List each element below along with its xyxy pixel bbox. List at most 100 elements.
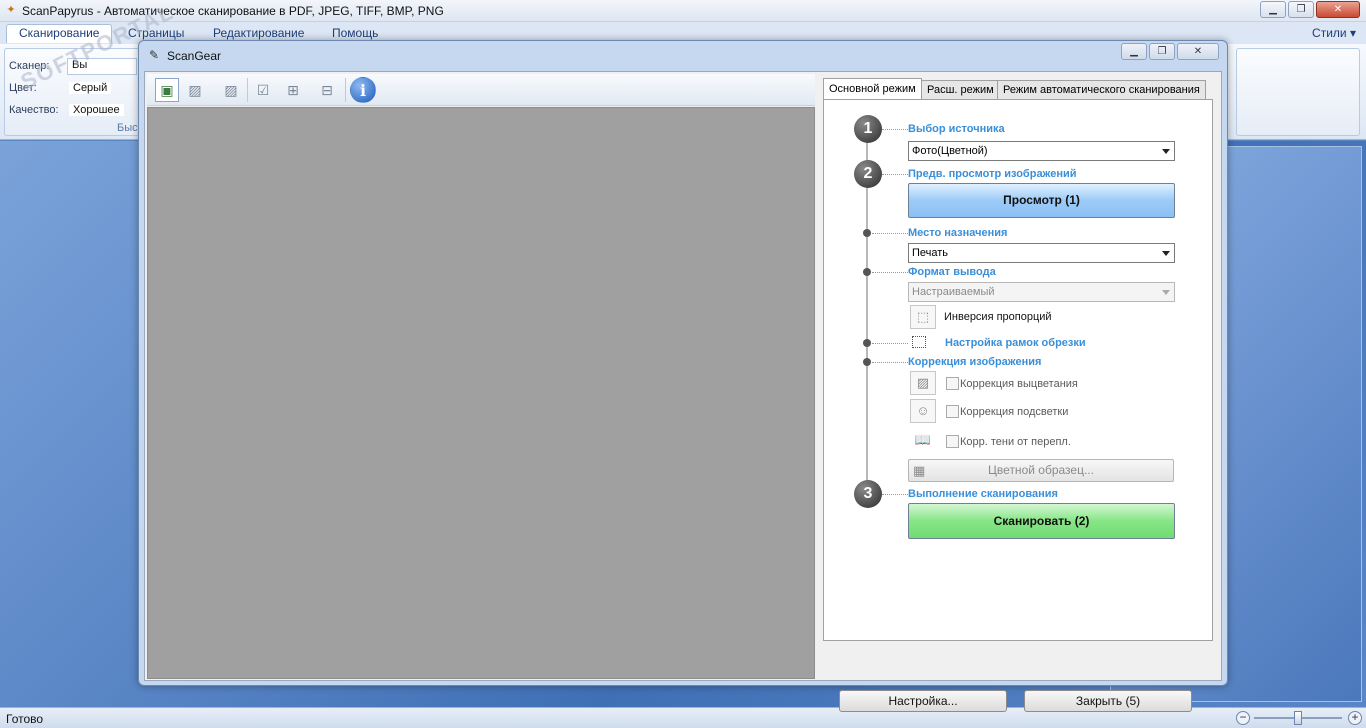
backlight-correction-checkbox[interactable] [946,405,959,418]
scan-button[interactable]: Сканировать (2) [908,503,1175,539]
dotted-leader [872,233,908,234]
source-select[interactable]: Фото(Цветной) [908,141,1175,161]
fading-correction-icon: ▨ [910,371,936,395]
styles-menu[interactable]: Стили ▾ [1312,26,1356,40]
step-dot [863,358,871,366]
tab-basic-mode[interactable]: Основной режим [823,78,922,101]
group-caption: Быс [117,122,138,134]
dotted-leader [872,272,908,273]
tab-help[interactable]: Помощь [332,26,378,40]
window-controls: ▁ ❐ ✕ [1260,1,1360,18]
color-pattern-button[interactable]: ▦ Цветной образец... [908,459,1174,482]
gutter-shadow-checkbox[interactable] [946,435,959,448]
destination-select[interactable]: Печать [908,243,1175,263]
close-button[interactable]: ✕ [1316,1,1360,18]
step-2-badge: 2 [854,160,882,188]
basic-mode-panel: 1 Выбор источника Фото(Цветной) 2 Предв.… [823,99,1213,641]
step-1-badge: 1 [854,115,882,143]
checkbox-grid-icon[interactable]: ☑ [251,78,275,102]
tab-advanced-mode[interactable]: Расш. режим [921,80,1000,100]
dialog-close-button[interactable]: ✕ [1177,43,1219,60]
tab-pages[interactable]: Страницы [128,26,184,40]
dialog-window-controls: ▁ ❐ ✕ [1121,43,1219,60]
step-dot [863,339,871,347]
destination-select-value: Печать [912,247,949,259]
invert-ratio-icon[interactable]: ⬚ [910,305,936,329]
scangear-dialog: ✎ ScanGear ▁ ❐ ✕ ▣ ▨ ▨ ☑ ⊞ ⊟ i Основной … [138,40,1228,712]
grid-icon[interactable]: ⊟ [315,78,339,102]
image-icon[interactable]: ▨ [219,78,243,102]
tab-editing[interactable]: Редактирование [213,26,304,40]
image-icon[interactable]: ▣ [155,78,179,102]
maximize-button[interactable]: ❐ [1288,1,1314,18]
toolbar-separator [345,78,346,102]
chevron-down-icon: ▾ [1349,26,1356,40]
zoom-control: − + [1236,711,1362,726]
source-select-value: Фото(Цветной) [912,145,988,157]
zoom-in-button[interactable]: + [1348,711,1362,725]
invert-ratio-label: Инверсия пропорций [944,311,1052,323]
chevron-down-icon [1162,149,1170,154]
dotted-leader [872,362,908,363]
step-dot [863,229,871,237]
dotted-leader [872,343,908,344]
output-format-select[interactable]: Настраиваемый [908,282,1175,302]
app-title: ScanPapyrus - Автоматическое сканировани… [22,4,444,18]
color-pattern-label: Цветной образец... [988,463,1094,477]
color-pattern-icon: ▦ [913,463,926,478]
tab-auto-scan-mode[interactable]: Режим автоматического сканирования [997,80,1206,100]
step-3-badge: 3 [854,480,882,508]
dotted-leader [882,494,908,495]
scan-settings-group: Сканер: Вы Цвет: Серый Качество: Хорошее… [4,48,140,136]
dialog-client: ▣ ▨ ▨ ☑ ⊞ ⊟ i Основной режим Расш. режим… [144,71,1222,712]
status-text: Готово [6,712,44,726]
chevron-down-icon [1162,251,1170,256]
book-icon: 📖 [914,432,932,447]
fading-correction-label: Коррекция выцветания [960,378,1078,390]
preview-toolbar: ▣ ▨ ▨ ☑ ⊞ ⊟ i [147,74,815,106]
close-dialog-button[interactable]: Закрыть (5) [1024,690,1192,712]
gutter-shadow-label: Корр. тени от перепл. [960,436,1071,448]
output-format-title: Формат вывода [908,266,996,278]
image-correction-title: Коррекция изображения [908,356,1042,368]
crop-frames-title[interactable]: Настройка рамок обрезки [945,337,1086,349]
dialog-maximize-button[interactable]: ❐ [1149,43,1175,60]
chevron-down-icon [1162,290,1170,295]
quality-label: Качество: [9,104,59,116]
papyrus-icon: ✦ [6,4,16,16]
step-dot [863,268,871,276]
dotted-leader [882,174,908,175]
image-icon[interactable]: ▨ [183,78,207,102]
select-source-title: Выбор источника [908,123,1005,135]
zoom-slider-thumb[interactable] [1294,711,1302,725]
settings-button[interactable]: Настройка... [839,690,1007,712]
scanner-label: Сканер: [9,60,50,72]
styles-label: Стили [1312,26,1347,40]
dotted-leader [882,129,908,130]
app-titlebar: ✦ ScanPapyrus - Автоматическое сканирова… [0,0,1366,22]
scanner-select[interactable]: Вы [67,58,137,75]
backlight-correction-label: Коррекция подсветки [960,406,1069,418]
toolbar-separator [247,78,248,102]
dialog-title: ScanGear [167,49,222,63]
tab-scanning[interactable]: Сканирование [6,24,113,43]
backlight-correction-icon: ☺ [910,399,936,423]
dialog-minimize-button[interactable]: ▁ [1121,43,1147,60]
zoom-out-button[interactable]: − [1236,711,1250,725]
scanner-icon: ✎ [149,48,160,62]
quality-value[interactable]: Хорошее [69,104,124,116]
ribbon-group-right [1236,48,1360,136]
preview-images-title: Предв. просмотр изображений [908,168,1077,180]
color-label: Цвет: [9,82,37,94]
fading-correction-checkbox[interactable] [946,377,959,390]
crop-frame-icon[interactable] [912,336,926,348]
destination-title: Место назначения [908,227,1008,239]
color-value[interactable]: Серый [69,82,112,94]
output-format-value: Настраиваемый [912,286,995,298]
info-icon[interactable]: i [350,77,376,103]
perform-scan-title: Выполнение сканирования [908,488,1058,500]
grid-icon[interactable]: ⊞ [281,78,305,102]
preview-button[interactable]: Просмотр (1) [908,183,1175,218]
preview-area[interactable] [147,107,815,679]
minimize-button[interactable]: ▁ [1260,1,1286,18]
